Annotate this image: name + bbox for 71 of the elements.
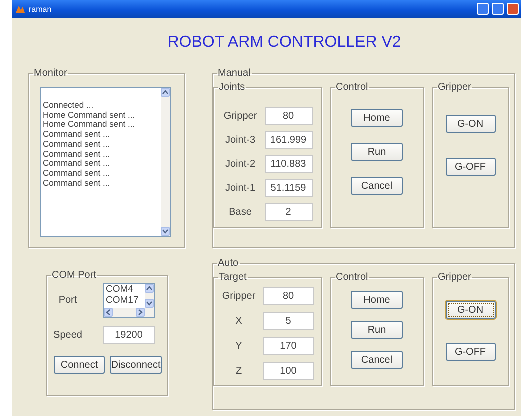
gripper-button[interactable]: G-ON <box>446 301 496 319</box>
scroll-down-icon[interactable] <box>161 227 170 236</box>
field-label: Joint-1 <box>224 182 256 194</box>
panel-title: Monitor <box>33 68 68 79</box>
field-label: Joint-3 <box>224 134 256 146</box>
field-label: Port <box>58 295 78 306</box>
port-item[interactable]: COM4 <box>106 284 145 295</box>
field-label: X <box>234 316 244 326</box>
log-line: Command sent ... <box>43 150 112 160</box>
input-field[interactable]: 2 <box>264 203 312 221</box>
field-label: Z <box>234 366 244 376</box>
control-button[interactable]: Run <box>351 321 403 339</box>
input-field[interactable]: 19200 <box>103 326 155 344</box>
scrollbar[interactable] <box>104 308 154 317</box>
log-line: Command sent ... <box>43 168 112 179</box>
input-field[interactable]: 5 <box>263 312 314 330</box>
log-line: Command sent ... <box>43 178 112 188</box>
control-button[interactable]: Cancel <box>351 351 403 369</box>
control-button[interactable]: Cancel <box>351 177 403 195</box>
group-title: Joints <box>218 82 246 93</box>
input-field[interactable]: 110.883 <box>264 155 312 173</box>
scroll-up-icon[interactable] <box>161 88 170 97</box>
maximize-button[interactable] <box>492 3 504 15</box>
log-line: Command sent ... <box>43 159 112 169</box>
log-list[interactable]: Connected ... Home Command sent ... Home Command sent ... Command sent ... Command sent ... Command sent ... Command sent ... Command sent ... Command sent ... <box>40 87 171 237</box>
log-line: Home Command sent ... <box>43 110 136 120</box>
port-item[interactable]: COM17 <box>106 295 145 306</box>
log-line: Home Command sent ... <box>43 120 136 130</box>
field-label: Gripper <box>221 290 257 302</box>
scroll-right-icon[interactable] <box>136 308 145 317</box>
scrollbar[interactable] <box>145 284 154 308</box>
group-title: Target <box>218 272 248 283</box>
connection-button[interactable]: Disconnect <box>110 356 162 374</box>
input-field[interactable]: 161.999 <box>264 131 312 149</box>
gripper-button[interactable]: G-OFF <box>446 158 496 176</box>
input-field[interactable]: 100 <box>263 362 314 380</box>
input-field[interactable]: 80 <box>264 107 312 125</box>
panel-title: Auto <box>217 258 240 269</box>
input-field[interactable]: 51.1159 <box>264 179 312 197</box>
app-heading: ROBOT ARM CONTROLLER V2 <box>166 33 402 52</box>
panel-title: Manual <box>217 68 252 79</box>
field-label: Speed <box>52 330 84 340</box>
field-label: Y <box>234 340 244 352</box>
group-title: Control <box>335 82 370 93</box>
group-title: Gripper <box>437 82 472 93</box>
scrollbar[interactable] <box>161 88 170 236</box>
scroll-down-icon[interactable] <box>145 299 154 308</box>
app-icon <box>15 4 26 14</box>
field-label: Base <box>228 206 253 218</box>
port-list[interactable]: COM4 COM17 <box>103 283 155 318</box>
panel-title: COM Port <box>51 270 98 281</box>
close-button[interactable] <box>507 3 519 15</box>
field-label: Joint-2 <box>224 158 256 170</box>
control-button[interactable]: Run <box>351 143 403 161</box>
log-line: Command sent ... <box>43 140 112 150</box>
log-line: Command sent ... <box>43 130 112 140</box>
group-title: Control <box>335 272 370 283</box>
control-button[interactable]: Home <box>351 291 403 309</box>
gripper-button[interactable]: G-ON <box>446 115 496 133</box>
log-line: Connected ... <box>43 101 95 111</box>
group-title: Gripper <box>437 272 472 283</box>
connection-button[interactable]: Connect <box>54 356 105 374</box>
minimize-button[interactable] <box>477 3 489 15</box>
scroll-left-icon[interactable] <box>104 308 113 317</box>
control-button[interactable]: Home <box>351 109 403 127</box>
gripper-button[interactable]: G-OFF <box>446 343 496 361</box>
field-label: Gripper <box>222 110 258 122</box>
scroll-up-icon[interactable] <box>145 284 154 293</box>
input-field[interactable]: 80 <box>263 287 314 305</box>
window-title: raman <box>29 4 53 14</box>
input-field[interactable]: 170 <box>263 337 314 355</box>
